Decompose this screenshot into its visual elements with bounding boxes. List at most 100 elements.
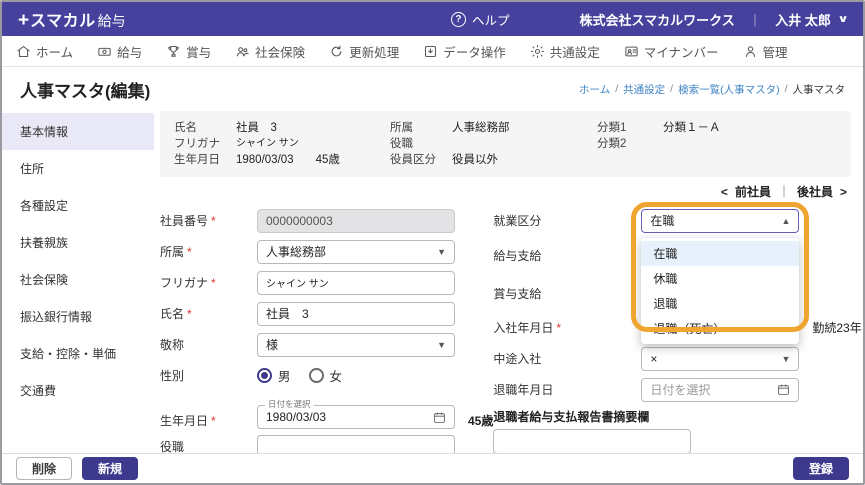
employment-dropdown: 在職 休職 退職 退職（死亡） (641, 238, 799, 344)
data-operations-icon (423, 44, 438, 59)
required-mark: * (187, 307, 192, 321)
help-label: ヘルプ (472, 10, 510, 29)
employment-option-active[interactable]: 在職 (641, 241, 799, 266)
page-body: 基本情報 住所 各種設定 扶養親族 社会保険 振込銀行情報 支給・控除・単価 交… (2, 109, 863, 453)
mynumber-icon (624, 44, 639, 59)
calendar-icon[interactable] (433, 411, 446, 424)
breadcrumb-separator: / (615, 83, 618, 95)
sidebar-item-bank-transfer[interactable]: 振込銀行情報 (2, 298, 154, 335)
next-employee-chevron-icon[interactable]: > (840, 185, 847, 199)
breadcrumb-current: 人事マスタ (793, 82, 846, 97)
nav-item-data-operations[interactable]: データ操作 (423, 42, 506, 61)
department-select[interactable]: 人事総務部▼ (257, 240, 455, 264)
gender-male-label: 男 (278, 366, 291, 385)
employment-option-retired[interactable]: 退職 (641, 291, 799, 316)
breadcrumb-home[interactable]: ホーム (579, 82, 610, 97)
nav-label: 共通設定 (550, 42, 600, 61)
name-input[interactable] (257, 302, 455, 326)
nav-item-social-insurance[interactable]: 社会保険 (235, 42, 305, 61)
sidebar-item-pay-deduction-rate[interactable]: 支給・控除・単価 (2, 335, 154, 372)
sidebar-item-commute[interactable]: 交通費 (2, 372, 154, 409)
mid-career-label: 中途入社 (493, 350, 641, 367)
summary-col-3: 分類1分類１－Ａ 分類2 (597, 120, 837, 168)
user-menu[interactable]: 入井 太郎 ∨ (775, 10, 847, 29)
next-employee-link[interactable]: 後社員 (797, 183, 833, 200)
radio-dot-icon (309, 368, 324, 383)
nav-item-mynumber[interactable]: マイナンバー (624, 42, 719, 61)
age-suffix: 45歳 (468, 412, 493, 429)
caret-down-icon: ▼ (437, 247, 446, 257)
employment-option-deceased[interactable]: 退職（死亡） (641, 316, 799, 341)
help-link[interactable]: ? ヘルプ (451, 10, 510, 29)
required-mark: * (211, 276, 216, 290)
gender-male-radio[interactable]: 男 (257, 366, 291, 385)
radio-dot-icon (257, 368, 272, 383)
breadcrumb-separator: / (670, 83, 673, 95)
gender-female-label: 女 (330, 366, 343, 385)
name-label: 氏名* (160, 305, 257, 322)
nav-label: 社会保険 (255, 42, 305, 61)
caret-down-icon: ▼ (437, 340, 446, 350)
nav-label: 給与 (117, 42, 142, 61)
retire-date-field[interactable]: 日付を選択 (641, 378, 799, 402)
form-row-employment: 就業区分 在職▲ 在職 休職 退職 退職（死亡） (493, 205, 863, 236)
employment-option-leave[interactable]: 休職 (641, 266, 799, 291)
employee-pager: < 前社員 ｜ 後社員 > (160, 177, 851, 202)
summary-class1-label: 分類1 (597, 120, 663, 136)
caret-down-icon: ▼ (781, 354, 790, 364)
hire-date-label: 入社年月日* (493, 319, 641, 336)
prev-employee-link[interactable]: 前社員 (735, 183, 771, 200)
bonus-icon (166, 44, 181, 59)
birth-date-field[interactable]: 日付を選択 1980/03/03 (257, 405, 455, 429)
form-column-right: 就業区分 在職▲ 在職 休職 退職 退職（死亡） (493, 205, 863, 453)
nav-item-update[interactable]: 更新処理 (329, 42, 399, 61)
company-name: 株式会社スマカルワークス (580, 10, 735, 29)
prev-employee-chevron-icon[interactable]: < (721, 185, 728, 199)
retire-date-label: 退職年月日 (493, 381, 641, 398)
kana-label: フリガナ* (160, 274, 257, 291)
form-row-honorific: 敬称 様▼ (160, 329, 493, 360)
honorific-value: 様 (266, 336, 278, 353)
retire-note-input[interactable] (493, 429, 691, 453)
app-logo[interactable]: + スマカル 給与 (18, 7, 126, 32)
employee-no-input (257, 209, 455, 233)
sidebar-item-basic-info[interactable]: 基本情報 (2, 113, 154, 150)
breadcrumb-settings[interactable]: 共通設定 (623, 82, 665, 97)
caret-up-icon: ▲ (781, 216, 790, 226)
delete-button[interactable]: 削除 (16, 457, 72, 480)
submit-button[interactable]: 登録 (793, 457, 849, 480)
salary-pay-label: 給与支給 (493, 247, 641, 264)
pager-divider: ｜ (778, 183, 790, 200)
tenure-suffix: 勤続23年 3ヶ月 (812, 319, 863, 336)
summary-birth-value: 1980/03/03 (236, 152, 294, 168)
honorific-select[interactable]: 様▼ (257, 333, 455, 357)
sidebar-item-address[interactable]: 住所 (2, 150, 154, 187)
new-button[interactable]: 新規 (82, 457, 138, 480)
form-row-employee-no: 社員番号* (160, 205, 493, 236)
sidebar-item-social-insurance[interactable]: 社会保険 (2, 261, 154, 298)
gender-label: 性別 (160, 367, 257, 384)
nav-item-salary[interactable]: 給与 (97, 42, 142, 61)
gender-radio-group: 男 女 (257, 366, 342, 385)
nav-item-bonus[interactable]: 賞与 (166, 42, 211, 61)
date-float-label: 日付を選択 (265, 400, 314, 409)
honorific-label: 敬称 (160, 336, 257, 353)
admin-icon (743, 44, 758, 59)
breadcrumb-search-list[interactable]: 検索一覧(人事マスタ) (678, 82, 780, 97)
nav-label: データ操作 (443, 42, 506, 61)
gender-female-radio[interactable]: 女 (309, 366, 343, 385)
nav-item-admin[interactable]: 管理 (743, 42, 788, 61)
mid-career-select[interactable]: ×▼ (641, 347, 799, 371)
calendar-icon[interactable] (777, 383, 790, 396)
kana-input[interactable] (257, 271, 455, 295)
post-input[interactable] (257, 435, 455, 454)
nav-item-home[interactable]: ホーム (16, 42, 73, 61)
nav-item-settings[interactable]: 共通設定 (530, 42, 600, 61)
employment-select[interactable]: 在職▲ (641, 209, 799, 233)
home-icon (16, 44, 31, 59)
form-row-name: 氏名* (160, 298, 493, 329)
required-mark: * (211, 214, 216, 228)
summary-birth-label: 生年月日 (174, 152, 236, 168)
sidebar-item-dependents[interactable]: 扶養親族 (2, 224, 154, 261)
sidebar-item-various-settings[interactable]: 各種設定 (2, 187, 154, 224)
